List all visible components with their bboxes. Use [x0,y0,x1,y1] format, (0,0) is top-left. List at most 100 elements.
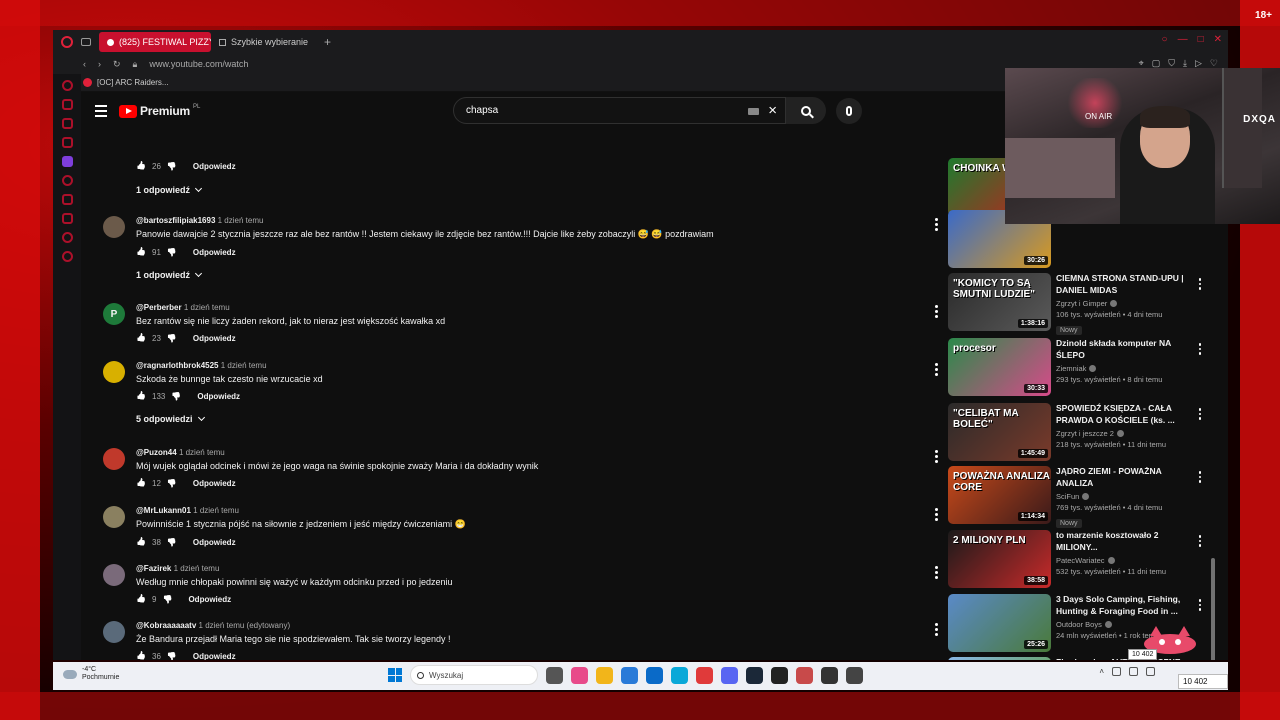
minimize-icon[interactable]: — [1178,34,1188,45]
search-input[interactable]: chapsa × [453,97,786,124]
video-thumbnail[interactable]: procesor 30:33 [948,338,1051,396]
channel-name[interactable]: PatecWariatec [1056,556,1105,565]
voice-search-button[interactable] [836,97,862,124]
reply-button[interactable]: Odpowiedz [193,652,236,660]
player-sidebar-icon[interactable] [61,175,73,186]
taskbar-app-icon[interactable] [646,666,663,684]
comment-author[interactable]: @Kobraaaaaatv [136,621,196,630]
dislike-icon[interactable] [167,162,177,171]
video-thumbnail[interactable]: 2 MILIONY PLN 38:58 [948,530,1051,588]
comment-menu-icon[interactable] [935,450,938,463]
dislike-icon[interactable] [167,538,177,547]
taskbar-app-icon[interactable] [696,666,713,684]
taskbar-app-icon[interactable] [796,666,813,684]
weather-widget[interactable]: -4°C Pochmurnie [63,666,119,683]
taskbar-app-icon[interactable] [771,666,788,684]
like-icon[interactable] [136,248,146,257]
channel-name[interactable]: Zgrzyt i Gimper [1056,299,1107,308]
video-title[interactable]: Dzinold składa komputer NA ŚLEPO [1056,338,1191,362]
channel-name[interactable]: SciFun [1056,492,1079,501]
new-tab-icon[interactable]: + [324,35,331,49]
tab-youtube[interactable]: (825) FESTIWAL PIZZY NA [99,32,211,52]
avatar[interactable] [103,621,125,643]
comment-time[interactable]: 1 dzień temu [218,216,264,225]
comment-author[interactable]: @ragnarlothbrok4525 [136,361,219,370]
history-icon[interactable] [61,194,73,205]
recommended-video[interactable]: "KOMICY TO SĄ SMUTNI LUDZIE" 1:38:16 CIE… [948,273,1218,335]
like-icon[interactable] [136,334,146,343]
dislike-icon[interactable] [167,334,177,343]
video-title[interactable]: SPOWIEDŹ KSIĘDZA - CAŁA PRAWDA O KOŚCIEL… [1056,403,1191,427]
volume-icon[interactable] [1146,667,1155,676]
game-icon[interactable] [61,118,73,129]
like-icon[interactable] [136,479,146,488]
reload-icon[interactable]: ↻ [113,59,121,70]
comment-author[interactable]: @Perberber [136,303,182,312]
recommended-video[interactable]: POWAŻNA ANALIZA CORE 1:14:34 JĄDRO ZIEMI… [948,466,1218,528]
video-title[interactable]: to marzenie kosztowało 2 MILIONY... [1056,530,1191,554]
shop-icon[interactable] [61,99,73,110]
dislike-icon[interactable] [162,595,172,604]
taskbar-app-icon[interactable] [671,666,688,684]
channel-name[interactable]: Outdoor Boys [1056,620,1102,629]
comment-time[interactable]: 1 dzień temu [221,361,267,370]
youtube-logo[interactable]: Premium PL [119,104,200,118]
video-thumbnail[interactable]: 25:26 [948,594,1051,652]
channel-name[interactable]: Zgrzyt i jeszcze 2 [1056,429,1114,438]
search-tabs-icon[interactable]: ○ [1162,34,1168,45]
avatar[interactable] [103,448,125,470]
app-icon[interactable] [61,137,73,148]
like-icon[interactable] [136,392,146,401]
taskbar-app-icon[interactable] [821,666,838,684]
reply-button[interactable]: Odpowiedz [193,538,236,547]
video-menu-icon[interactable] [1198,278,1201,290]
url-field[interactable]: www.youtube.com/watch [149,59,248,69]
reply-button[interactable]: Odpowiedz [197,392,240,401]
downloads-sidebar-icon[interactable] [61,213,73,224]
avatar[interactable] [103,506,125,528]
video-menu-icon[interactable] [1198,471,1201,483]
comment-time[interactable]: 1 dzień temu [174,564,220,573]
taskbar-app-icon[interactable] [546,666,563,684]
comment-author[interactable]: @Puzon44 [136,448,177,457]
video-thumbnail[interactable]: "CELIBAT MA BOLEĆ" 1:45:49 [948,403,1051,461]
dislike-icon[interactable] [167,479,177,488]
comment-time[interactable]: 1 dzień temu [184,303,230,312]
video-menu-icon[interactable] [1198,599,1201,611]
comment-menu-icon[interactable] [935,623,938,636]
video-thumbnail[interactable]: "KOMICY TO SĄ SMUTNI LUDZIE" 1:38:16 [948,273,1051,331]
comment-menu-icon[interactable] [935,218,938,231]
reply-button[interactable]: Odpowiedz [193,248,236,257]
recommended-video[interactable]: procesor 30:33 Dzinold składa komputer N… [948,338,1218,396]
keyboard-icon[interactable] [748,108,759,115]
video-thumbnail[interactable]: POWAŻNA ANALIZA CORE 1:14:34 [948,466,1051,524]
clock-icon[interactable] [61,232,73,243]
home-icon[interactable] [61,80,73,91]
menu-icon[interactable] [95,105,107,117]
maximize-icon[interactable]: □ [1198,34,1204,45]
recommended-video[interactable]: Zbudowałem AUTOMATYCZNE FARMY w Minecraf… [948,657,1218,660]
video-title[interactable]: Zbudowałem AUTOMATYCZNE FARMY w Minecraf… [1056,657,1191,660]
like-icon[interactable] [136,595,146,604]
tab-overview-icon[interactable] [81,38,91,46]
taskbar-search[interactable]: Wyszukaj [410,665,538,685]
avatar[interactable] [103,216,125,238]
replies-toggle[interactable]: 5 odpowiedzi [136,413,943,424]
comment-time[interactable]: 1 dzień temu [179,448,225,457]
back-icon[interactable]: ‹ [83,59,86,69]
video-menu-icon[interactable] [1198,408,1201,420]
dislike-icon[interactable] [167,652,177,660]
opera-logo-icon[interactable] [61,36,73,48]
avatar[interactable] [103,361,125,383]
taskbar-app-icon[interactable] [571,666,588,684]
comment-author[interactable]: @bartoszfilipiak1693 [136,216,215,225]
twitch-icon[interactable] [61,156,73,167]
dislike-icon[interactable] [167,248,177,257]
comment-menu-icon[interactable] [935,305,938,318]
forward-icon[interactable]: › [98,59,101,69]
comment-menu-icon[interactable] [935,566,938,579]
reply-button[interactable]: Odpowiedz [193,479,236,488]
tab-speed-dial[interactable]: Szybkie wybieranie [211,32,316,52]
replies-toggle[interactable]: 1 odpowiedź [136,269,943,280]
avatar[interactable]: P [103,303,125,325]
